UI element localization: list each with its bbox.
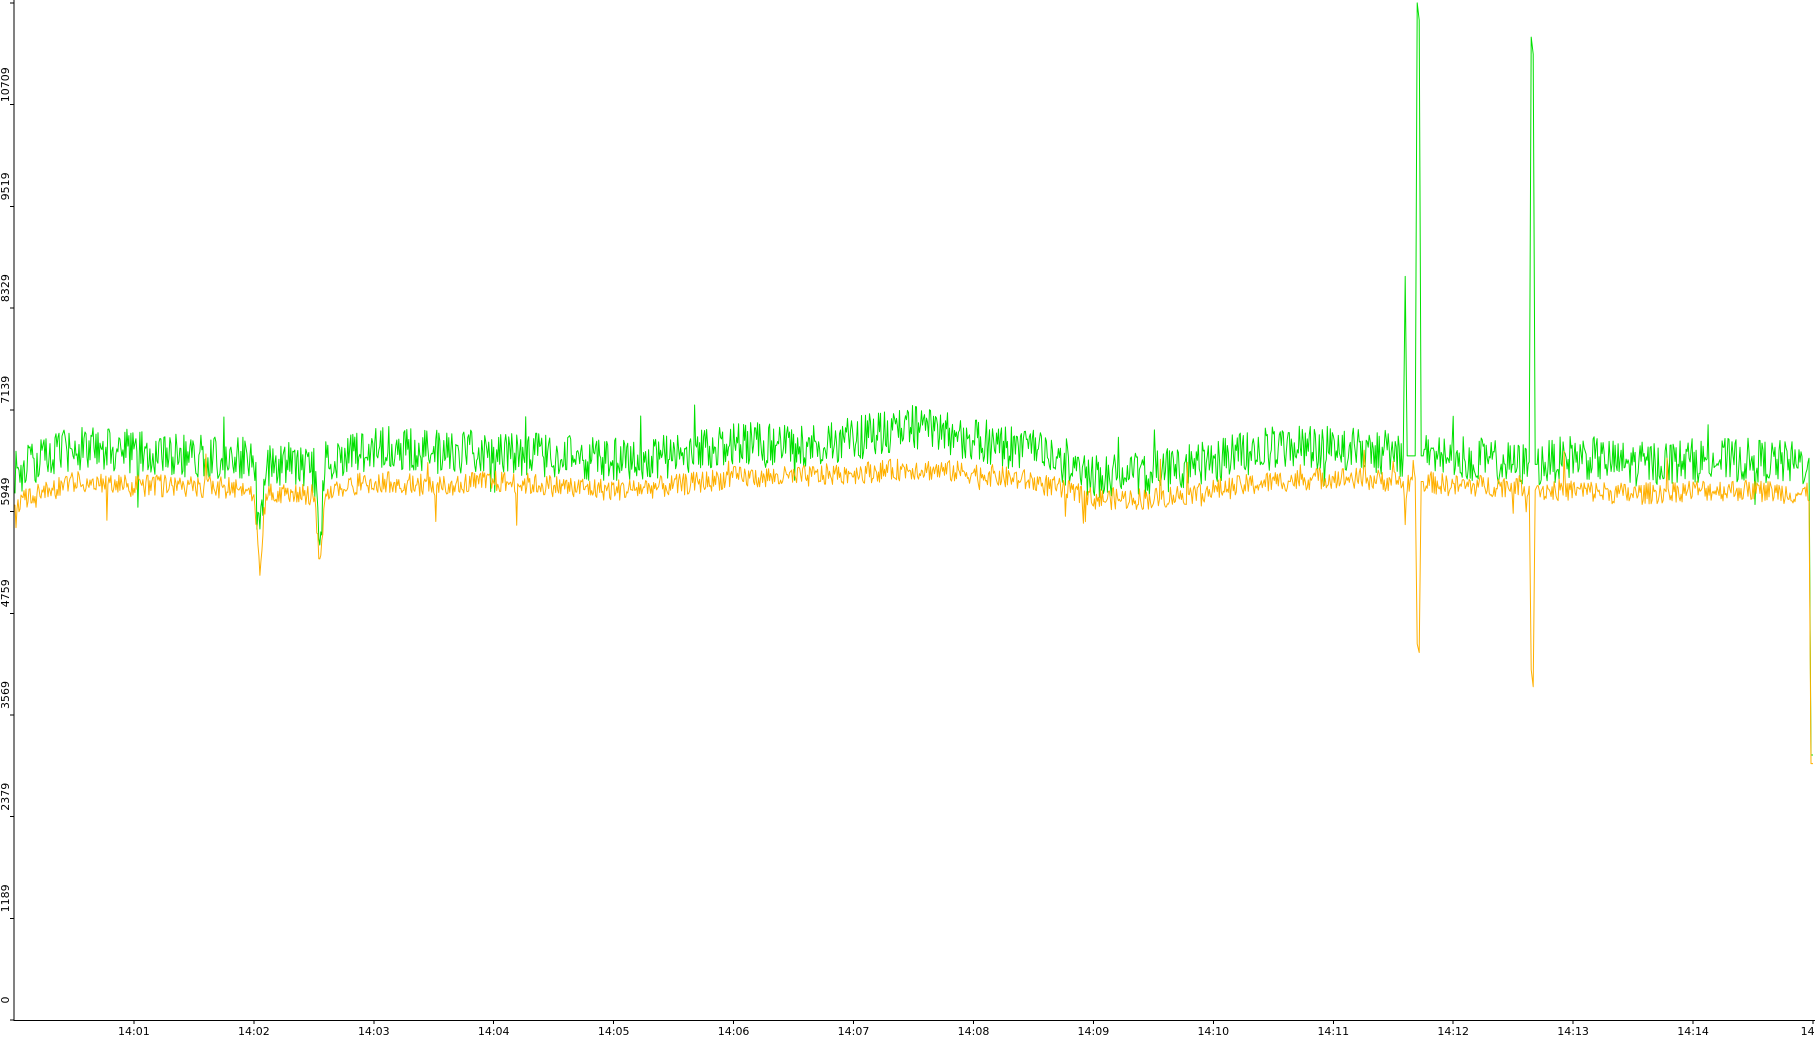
x-tick-label: 14:04 xyxy=(478,1025,510,1038)
y-tick-label: 2379 xyxy=(0,783,12,811)
x-tick-label: 14:11 xyxy=(1317,1025,1349,1038)
series-line-2 xyxy=(14,449,1813,765)
y-tick-label: 8329 xyxy=(0,274,12,302)
x-tick-label: 14:02 xyxy=(238,1025,270,1038)
series-layer xyxy=(13,2,1813,765)
y-tick-label: 4759 xyxy=(0,579,12,607)
x-tick-label: 14:05 xyxy=(598,1025,630,1038)
series-line-1 xyxy=(13,2,1813,756)
y-tick-label: 9519 xyxy=(0,172,12,200)
y-tick-label: 5949 xyxy=(0,478,12,506)
x-tick-label: 14:09 xyxy=(1078,1025,1110,1038)
x-tick-label: 14:03 xyxy=(358,1025,390,1038)
x-tick-label: 14:01 xyxy=(118,1025,150,1038)
y-tick-label: 1189 xyxy=(0,884,12,912)
x-tick-label: 14:10 xyxy=(1197,1025,1229,1038)
x-tick-label: 14:14 xyxy=(1677,1025,1709,1038)
y-tick-label: 11899 xyxy=(0,0,12,1)
x-tick-label: 14:07 xyxy=(838,1025,870,1038)
x-tick-label: 14:12 xyxy=(1437,1025,1469,1038)
y-tick-label: 10709 xyxy=(0,67,12,102)
y-tick-label: 0 xyxy=(0,997,12,1004)
line-chart: 0 1189 2379 3569 4759 5949 7139 8329 9519 10709 11… xyxy=(0,0,1815,1038)
axes xyxy=(13,0,1815,1021)
x-tick-label: 14:08 xyxy=(958,1025,990,1038)
y-axis-ticks: 0 1189 2379 3569 4759 5949 7139 8329 9519 10709 11… xyxy=(0,0,14,1021)
x-tick-label: 14:1 xyxy=(1801,1025,1815,1038)
y-tick-label: 3569 xyxy=(0,681,12,709)
x-axis-ticks: 14:01 14:02 14:03 14:04 14:05 14:06 14:07 14:08… xyxy=(118,1020,1815,1038)
x-tick-label: 14:13 xyxy=(1557,1025,1589,1038)
y-tick-label: 7139 xyxy=(0,376,12,404)
x-tick-label: 14:06 xyxy=(718,1025,750,1038)
